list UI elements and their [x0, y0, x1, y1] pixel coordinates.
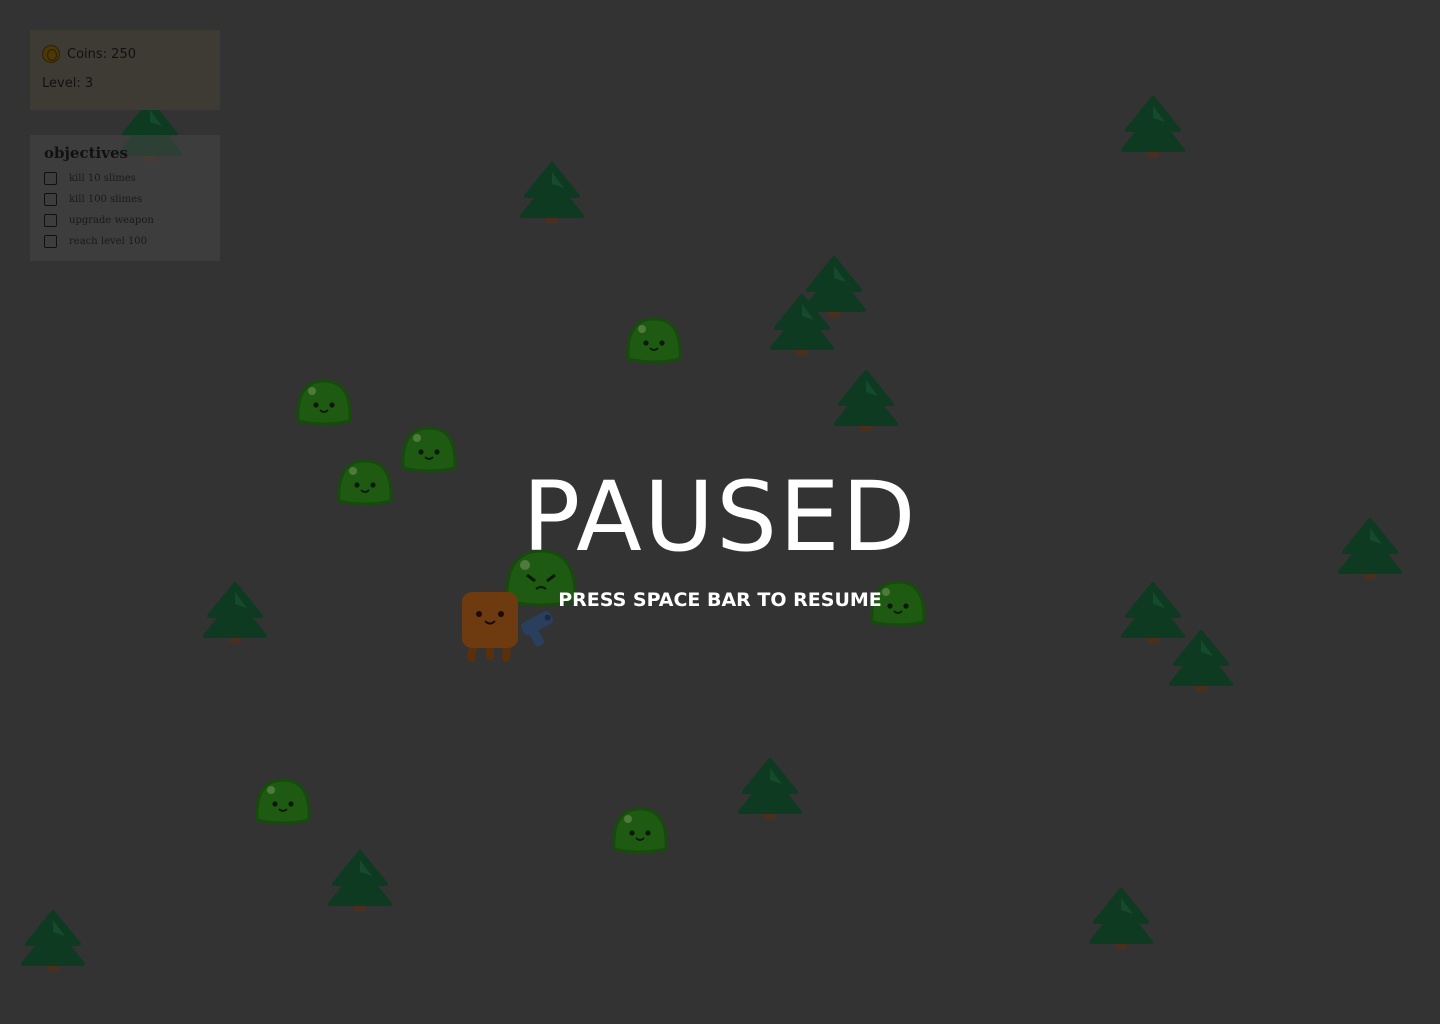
objective-checkbox[interactable] [44, 193, 57, 206]
objective-label: reach level 100 [69, 236, 148, 247]
slime-enemy [626, 317, 682, 364]
objective-checkbox[interactable] [44, 172, 57, 185]
tree [328, 850, 392, 914]
resume-hint: PRESS SPACE BAR TO RESUME [558, 589, 882, 611]
stats-panel: Coins: 250 Level: 3 [30, 30, 220, 110]
tree [520, 162, 584, 226]
slime-enemy [255, 778, 311, 825]
objective-label: kill 100 slimes [69, 194, 143, 205]
tree [834, 370, 898, 434]
player-weapon [521, 610, 554, 647]
objective-item: upgrade weapon [44, 210, 206, 231]
level-row: Level: 3 [42, 73, 208, 93]
coins-row: Coins: 250 [42, 44, 208, 64]
coin-icon [42, 45, 60, 63]
objective-checkbox[interactable] [44, 235, 57, 248]
tree [1169, 630, 1233, 694]
objectives-title: objectives [44, 144, 128, 162]
coins-label: Coins: 250 [67, 46, 136, 62]
objective-item: kill 10 slimes [44, 168, 206, 189]
objectives-panel: objectives kill 10 slimes kill 100 slime… [30, 135, 220, 261]
objective-label: upgrade weapon [69, 215, 154, 226]
slime-enemy [612, 807, 668, 854]
objective-item: reach level 100 [44, 231, 206, 252]
objective-label: kill 10 slimes [69, 173, 136, 184]
objective-item: kill 100 slimes [44, 189, 206, 210]
tree [738, 758, 802, 822]
tree [1089, 888, 1153, 952]
slime-enemy [296, 379, 352, 426]
tree [21, 910, 85, 974]
level-label: Level: 3 [42, 75, 94, 91]
paused-title: PAUSED [522, 461, 918, 573]
tree [1121, 96, 1185, 160]
objective-checkbox[interactable] [44, 214, 57, 227]
